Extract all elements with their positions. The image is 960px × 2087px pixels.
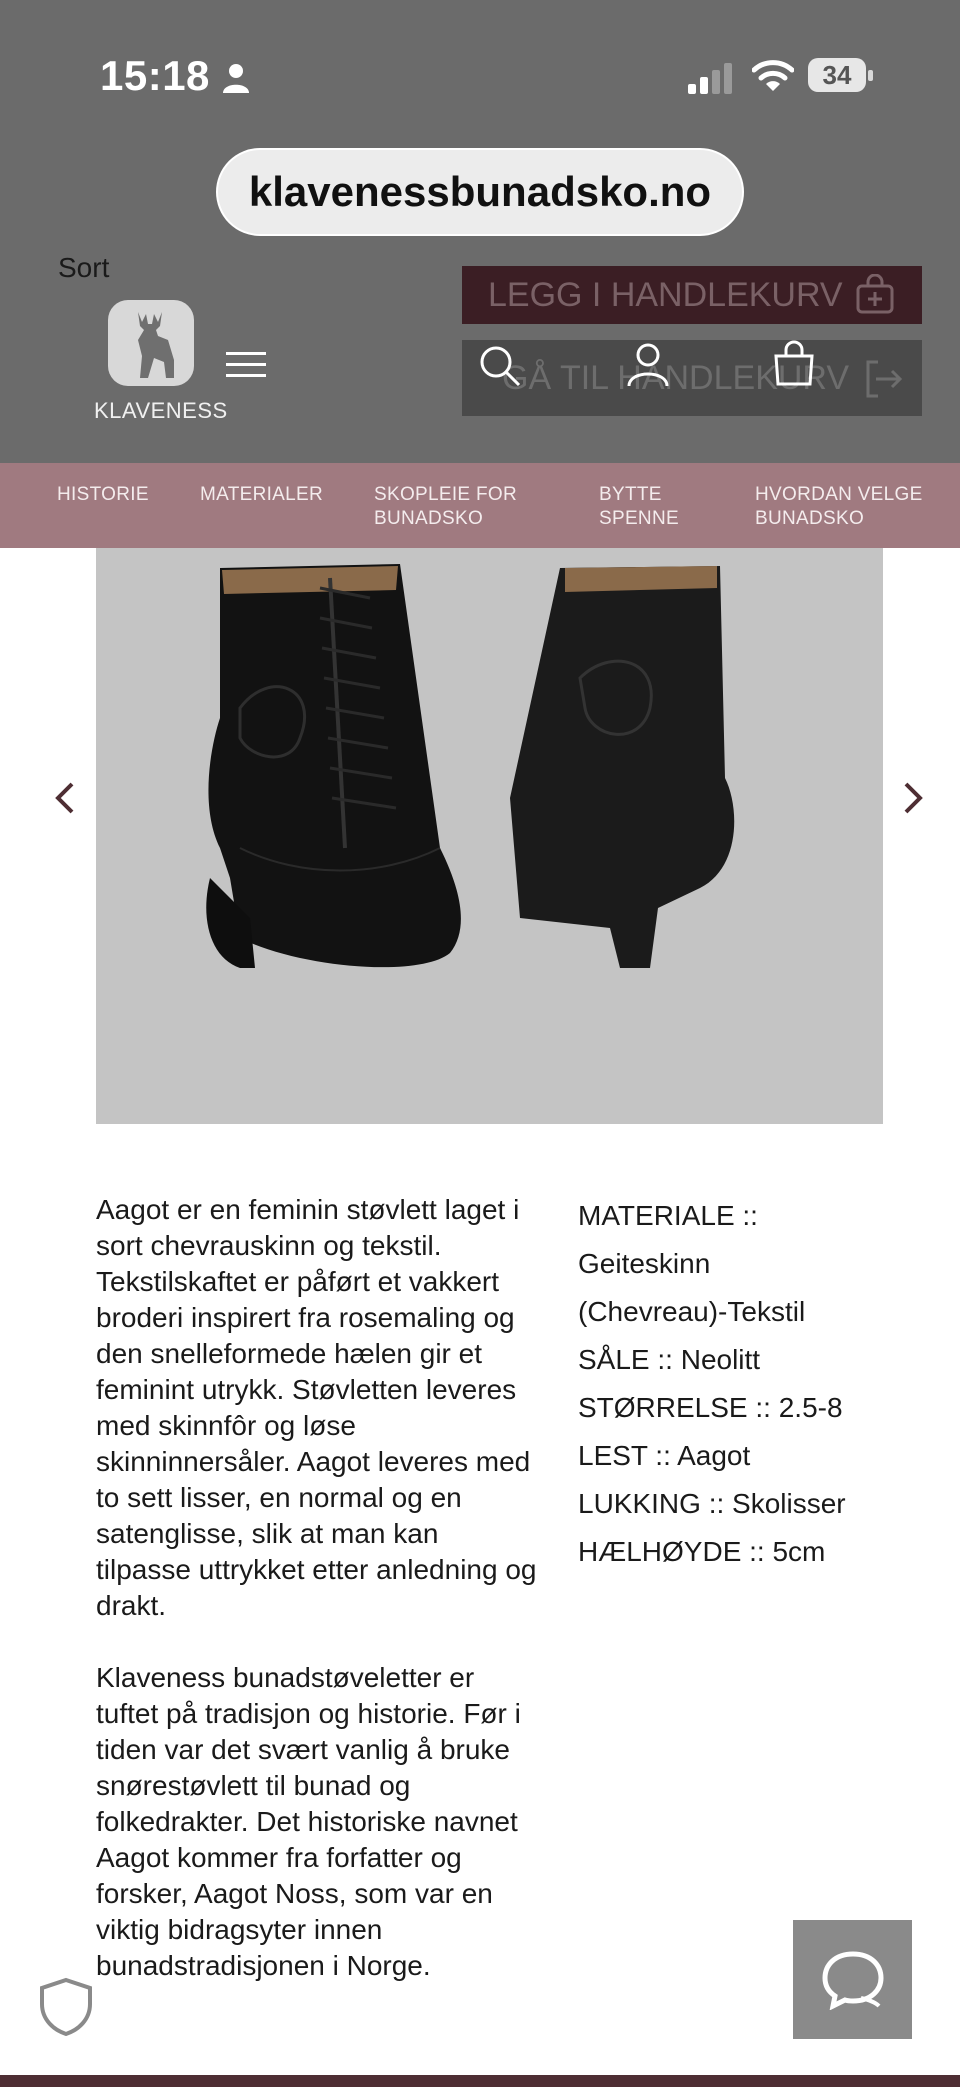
bag-icon[interactable]	[772, 340, 816, 386]
search-icon[interactable]	[478, 344, 522, 388]
spec-line: SÅLE :: Neolitt	[578, 1344, 761, 1375]
spec-line: MATERIALE ::	[578, 1200, 758, 1231]
nav-item-bytte-spenne[interactable]: BYTTE SPENNE	[599, 483, 689, 531]
nav-item-materialer[interactable]: MATERIALER	[200, 483, 330, 507]
spec-line: LUKKING :: Skolisser	[578, 1488, 846, 1519]
shoe-image	[206, 564, 735, 968]
wifi-icon	[752, 60, 794, 91]
description-paragraph: Aagot er en feminin støvlett laget i sor…	[96, 1194, 537, 1621]
nav-item-historie[interactable]: HISTORIE	[57, 483, 167, 507]
cart-plus-icon	[856, 274, 894, 314]
spec-line: Geiteskinn	[578, 1248, 711, 1279]
logo-text: KLAVENESS	[94, 398, 228, 423]
menu-icon[interactable]	[226, 350, 266, 380]
shield-icon[interactable]	[36, 1976, 96, 2036]
chevron-left-icon[interactable]	[52, 780, 78, 816]
nav-item-skopleie[interactable]: SKOPLEIE FOR BUNADSKO	[374, 483, 524, 531]
battery-level: 34	[822, 60, 852, 90]
product-description: Aagot er en feminin støvlett laget i sor…	[96, 1192, 541, 2020]
url-bar[interactable]: klavenessbunadsko.no	[216, 148, 744, 236]
status-time: 15:18	[100, 52, 210, 99]
spec-line: STØRRELSE :: 2.5-8	[578, 1392, 843, 1423]
logo[interactable]	[108, 300, 194, 386]
exit-icon	[866, 360, 903, 398]
add-to-cart-label: LEGG I HANDLEKURV	[488, 275, 843, 314]
user-icon[interactable]	[626, 342, 670, 388]
deer-logo	[138, 312, 174, 378]
person-icon	[223, 64, 249, 93]
color-option-label: Sort	[58, 252, 110, 283]
chat-button[interactable]	[793, 1920, 912, 2039]
spec-line: (Chevreau)-Tekstil	[578, 1296, 806, 1327]
footer-bar	[0, 2075, 960, 2087]
signal-icon	[688, 63, 732, 94]
nav-item-hvordan-velge[interactable]: HVORDAN VELGE BUNADSKO	[755, 483, 935, 531]
battery-icon: 34	[808, 58, 874, 94]
add-to-cart-button[interactable]: LEGG I HANDLEKURV	[462, 266, 922, 324]
product-specs: MATERIALE :: Geiteskinn (Chevreau)-Tekst…	[578, 1192, 908, 1576]
go-to-cart-button[interactable]: GÅ TIL HANDLEKURV	[462, 340, 922, 416]
description-paragraph: Klaveness bunadstøveletter er tuftet på …	[96, 1662, 521, 1981]
chat-icon	[822, 1951, 884, 2010]
spec-line: LEST :: Aagot	[578, 1440, 751, 1471]
spec-line: HÆLHØYDE :: 5cm	[578, 1536, 826, 1567]
chevron-right-icon[interactable]	[900, 780, 926, 816]
category-nav: HISTORIE MATERIALER SKOPLEIE FOR BUNADSK…	[0, 463, 960, 548]
